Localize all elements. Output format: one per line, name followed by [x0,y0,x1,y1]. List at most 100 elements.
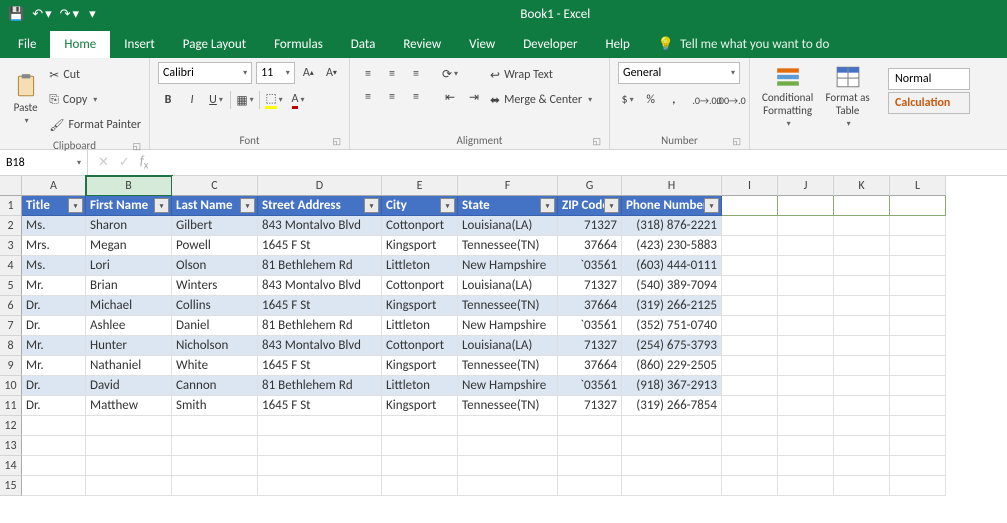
cell[interactable]: Tennessee(TN) [458,396,558,416]
cell[interactable]: Dr. [22,396,86,416]
cell[interactable] [622,436,722,456]
font-size-combo[interactable]: 11▾ [256,62,295,84]
tab-data[interactable]: Data [337,31,390,58]
cancel-icon[interactable]: ✕ [98,155,109,170]
increase-decimal-button[interactable]: .0→.00 [697,90,717,110]
cell[interactable] [86,476,172,496]
cell[interactable] [778,356,834,376]
increase-font-button[interactable]: A▴ [299,63,318,83]
cell[interactable]: Brian [86,276,172,296]
cell[interactable] [890,316,946,336]
cell[interactable]: Littleton [382,376,458,396]
table-header-zip-code[interactable]: ZIP Code▾ [558,196,622,216]
align-top-button[interactable]: ≡ [358,64,378,84]
filter-button[interactable]: ▾ [440,198,455,213]
cell[interactable] [890,436,946,456]
filter-button[interactable]: ▾ [364,198,379,213]
cell[interactable]: 71327 [558,396,622,416]
cell[interactable]: Michael [86,296,172,316]
column-header-J[interactable]: J [778,176,834,196]
column-header-D[interactable]: D [258,176,382,196]
cell[interactable] [778,296,834,316]
row-header-12[interactable]: 12 [0,416,22,436]
cell[interactable]: (352) 751-0740 [622,316,722,336]
cell[interactable] [382,436,458,456]
cell[interactable] [558,436,622,456]
cell[interactable]: Dr. [22,316,86,336]
cell[interactable] [890,236,946,256]
column-header-B[interactable]: B [86,176,172,196]
cell[interactable] [890,216,946,236]
enter-icon[interactable]: ✓ [119,155,130,170]
cell[interactable] [172,476,258,496]
column-header-E[interactable]: E [382,176,458,196]
tab-home[interactable]: Home [50,31,110,58]
cell[interactable]: Kingsport [382,296,458,316]
cell[interactable] [558,456,622,476]
cell[interactable]: Louisiana(LA) [458,276,558,296]
row-header-1[interactable]: 1 [0,196,22,216]
cell[interactable] [778,436,834,456]
cell[interactable] [778,476,834,496]
row-header-14[interactable]: 14 [0,456,22,476]
underline-button[interactable]: U▾ [206,90,226,110]
cell[interactable]: New Hampshire [458,376,558,396]
cell[interactable]: `03561 [558,256,622,276]
column-header-L[interactable]: L [890,176,946,196]
cell[interactable]: 81 Bethlehem Rd [258,256,382,276]
cell[interactable] [834,376,890,396]
font-color-button[interactable]: A▾ [288,90,308,110]
cell[interactable] [172,436,258,456]
cell[interactable] [722,396,778,416]
row-header-2[interactable]: 2 [0,216,22,236]
row-header-13[interactable]: 13 [0,436,22,456]
cell[interactable] [834,196,890,216]
cell[interactable]: White [172,356,258,376]
tab-file[interactable]: File [4,31,50,58]
cell[interactable] [834,276,890,296]
filter-button[interactable]: ▾ [604,198,619,213]
cell[interactable] [22,456,86,476]
cell[interactable]: Kingsport [382,396,458,416]
table-header-phone-number[interactable]: Phone Number▾ [622,196,722,216]
cell[interactable]: Mrs. [22,236,86,256]
cell[interactable] [834,236,890,256]
tab-insert[interactable]: Insert [110,31,169,58]
cell[interactable] [558,476,622,496]
cell[interactable]: (603) 444-0111 [622,256,722,276]
redo-button[interactable]: ↷▾ [60,7,79,22]
italic-button[interactable]: I [182,90,202,110]
filter-button[interactable]: ▾ [68,198,83,213]
cell[interactable] [778,456,834,476]
cell[interactable]: Louisiana(LA) [458,336,558,356]
decrease-decimal-button[interactable]: .00→.0 [721,90,741,110]
cell[interactable]: 843 Montalvo Blvd [258,216,382,236]
cell[interactable] [86,416,172,436]
cell[interactable]: 81 Bethlehem Rd [258,376,382,396]
paste-button[interactable]: Paste ▾ [8,62,43,136]
cell[interactable]: Ashlee [86,316,172,336]
dialog-launcher-icon[interactable]: ◱ [732,136,741,147]
row-header-6[interactable]: 6 [0,296,22,316]
cell[interactable]: `03561 [558,376,622,396]
cell[interactable]: Littleton [382,316,458,336]
cell[interactable]: Tennessee(TN) [458,296,558,316]
cell[interactable] [722,336,778,356]
table-header-first-name[interactable]: First Name▾ [86,196,172,216]
cell[interactable]: Matthew [86,396,172,416]
row-header-15[interactable]: 15 [0,476,22,496]
cell[interactable]: Cottonport [382,276,458,296]
style-normal[interactable]: Normal [888,68,970,90]
cell[interactable] [834,456,890,476]
cell[interactable] [722,376,778,396]
table-header-street-address[interactable]: Street Address▾ [258,196,382,216]
cell[interactable]: 1645 F St [258,236,382,256]
dialog-launcher-icon[interactable]: ◱ [332,136,341,147]
percent-format-button[interactable]: % [641,90,660,110]
align-right-button[interactable]: ≡ [406,87,426,107]
cell[interactable]: 1645 F St [258,396,382,416]
cut-button[interactable]: ✂Cut [49,64,141,86]
column-header-I[interactable]: I [722,176,778,196]
cell[interactable] [778,316,834,336]
cell[interactable]: Dr. [22,296,86,316]
